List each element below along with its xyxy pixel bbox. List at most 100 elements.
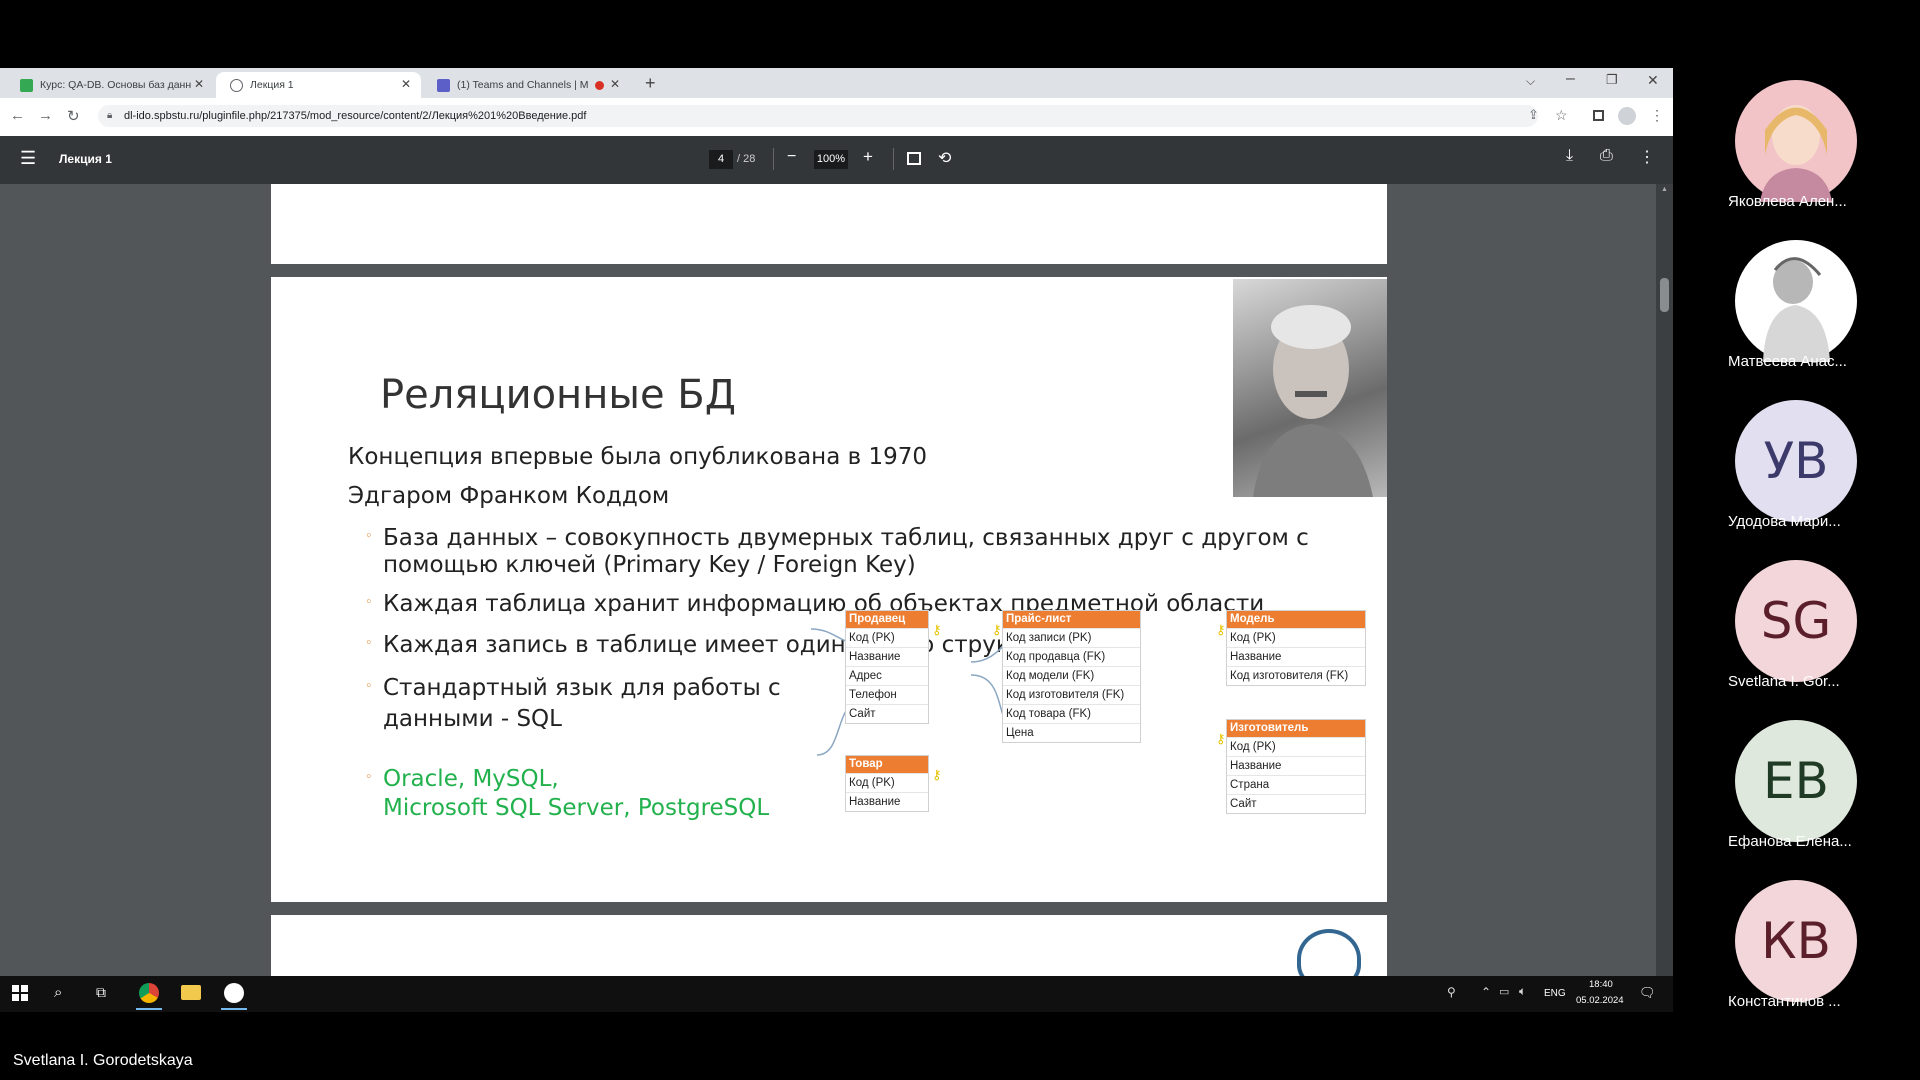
zoom-out-icon[interactable]: −	[787, 148, 796, 166]
address-bar: ← → ↻ 🔒︎ dl-ido.spbstu.ru/pluginfile.php…	[0, 98, 1673, 137]
tab-title: Лекция 1	[250, 79, 294, 91]
er-table-row: Код модели (FK)	[1003, 666, 1140, 685]
close-tab-icon[interactable]: ✕	[194, 77, 204, 91]
forward-icon[interactable]: →	[38, 107, 53, 124]
pdf-content-area[interactable]: Реляционные БД Концепция впервые была оп…	[0, 184, 1673, 1012]
tab-teams[interactable]: (1) Teams and Channels | M ✕	[423, 72, 630, 98]
close-tab-icon[interactable]: ✕	[610, 77, 620, 91]
close-window-button[interactable]: ✕	[1647, 72, 1659, 89]
avatar	[1735, 80, 1857, 202]
er-table-header: Товар	[846, 756, 928, 773]
avatar-initials: КВ	[1735, 880, 1857, 1002]
chrome-icon[interactable]	[139, 983, 159, 1003]
participant-tile[interactable]: Матвеева Анас...	[1722, 240, 1862, 390]
scrollbar-thumb[interactable]	[1660, 278, 1669, 312]
clock-time[interactable]: 18:40	[1589, 979, 1613, 990]
key-icon: ⚷	[1216, 622, 1226, 637]
participant-name: Ефанова Елена...	[1728, 833, 1852, 850]
er-table-row: Код (PK)	[846, 628, 928, 647]
zoom-in-icon[interactable]: +	[863, 147, 873, 167]
zoom-input[interactable]: 100%	[814, 150, 848, 169]
er-table-row: Код (PK)	[1227, 628, 1365, 647]
more-options-icon[interactable]: ⋮	[1639, 147, 1655, 167]
hamburger-menu-icon[interactable]: ☰	[20, 148, 36, 169]
people-icon[interactable]: ⚲	[1447, 985, 1456, 999]
participant-tile[interactable]: УВ Удодова Мари...	[1722, 400, 1862, 550]
new-tab-button[interactable]: +	[645, 73, 656, 94]
participant-name: Яковлева Ален...	[1728, 193, 1847, 210]
tab-title: Курс: QA-DB. Основы баз данн	[40, 79, 192, 91]
avatar-initials: SG	[1735, 560, 1857, 682]
network-icon[interactable]: ▭	[1499, 985, 1509, 998]
avatar	[1735, 240, 1857, 362]
language-indicator[interactable]: ENG	[1544, 988, 1566, 999]
page-total: / 28	[737, 153, 756, 165]
pdf-scrollbar[interactable]: ▲ ▼	[1656, 184, 1673, 1012]
participant-tile[interactable]: SG Svetlana I. Gor...	[1722, 560, 1862, 710]
bookmark-star-icon[interactable]: ☆	[1555, 107, 1568, 124]
participant-name: Матвеева Анас...	[1728, 353, 1847, 370]
participant-tile[interactable]: ЕВ Ефанова Елена...	[1722, 720, 1862, 870]
menu-dots-icon[interactable]: ⋮	[1650, 107, 1664, 124]
clock-date[interactable]: 05.02.2024	[1576, 995, 1624, 1006]
er-connectors	[810, 628, 1140, 756]
profile-icon[interactable]	[1618, 107, 1636, 125]
fit-page-icon[interactable]	[907, 152, 921, 165]
participant-tile[interactable]: Яковлева Ален...	[1722, 80, 1862, 230]
download-icon[interactable]: ⤓	[1566, 147, 1573, 165]
presenter-name: Svetlana I. Gorodetskaya	[13, 1052, 193, 1069]
reload-icon[interactable]: ↻	[67, 107, 80, 125]
task-view-icon[interactable]: ⧉	[96, 984, 106, 1001]
participant-name: Svetlana I. Gor...	[1728, 673, 1840, 690]
key-icon: ⚷	[1216, 731, 1226, 746]
search-icon[interactable]: ⌕	[54, 984, 62, 1001]
notifications-icon[interactable]: 🗨︎	[1639, 985, 1656, 1001]
url-text: dl-ido.spbstu.ru/pluginfile.php/217375/m…	[124, 110, 587, 122]
participant-tile[interactable]: КВ Константинов ...	[1722, 880, 1862, 1030]
er-table-row: Сайт	[1227, 794, 1365, 813]
tab-course[interactable]: Курс: QA-DB. Основы баз данн ✕	[6, 72, 214, 98]
active-indicator	[136, 1008, 162, 1010]
close-tab-icon[interactable]: ✕	[401, 77, 411, 91]
tab-title: (1) Teams and Channels | M	[457, 79, 589, 91]
back-icon[interactable]: ←	[10, 107, 25, 124]
er-table-row: Код изготовителя (FK)	[1003, 685, 1140, 704]
er-table-row: Код товара (FK)	[1003, 704, 1140, 723]
er-table-model: Модель Код (PK) Название Код изготовител…	[1226, 610, 1366, 686]
page-number-input[interactable]: 4	[709, 150, 733, 169]
share-icon[interactable]: ⇪	[1528, 107, 1539, 123]
er-table-product: Товар Код (PK) Название	[845, 755, 929, 812]
er-table-seller: Продавец Код (PK) Название Адрес Телефон…	[845, 610, 929, 724]
er-table-header: Прайс-лист	[1003, 611, 1140, 628]
minimize-button[interactable]: –	[1566, 70, 1575, 88]
divider	[773, 148, 774, 170]
sketch-portrait-icon	[1763, 257, 1830, 362]
rotate-icon[interactable]: ⟲	[938, 148, 951, 168]
print-icon[interactable]: ⎙	[1600, 147, 1613, 165]
url-input[interactable]: 🔒︎ dl-ido.spbstu.ru/pluginfile.php/21737…	[98, 105, 1538, 127]
participant-name: Удодова Мари...	[1728, 513, 1841, 530]
restore-button[interactable]: ❐	[1606, 72, 1618, 88]
lock-icon: 🔒︎	[107, 110, 113, 121]
er-table-header: Модель	[1227, 611, 1365, 628]
file-explorer-icon[interactable]	[181, 985, 201, 1000]
scroll-up-icon[interactable]: ▲	[1661, 186, 1668, 193]
app-icon[interactable]	[224, 983, 244, 1003]
er-table-row: Адрес	[846, 666, 928, 685]
er-table-row: Телефон	[846, 685, 928, 704]
side-panel-icon[interactable]	[1593, 110, 1604, 121]
er-table-manufacturer: Изготовитель Код (PK) Название Страна Са…	[1226, 719, 1366, 814]
sheets-icon	[20, 78, 33, 92]
browser-window: Курс: QA-DB. Основы баз данн ✕ Лекция 1 …	[0, 68, 1673, 1012]
volume-icon[interactable]: 🔈︎	[1519, 984, 1526, 999]
tab-lecture[interactable]: Лекция 1 ✕	[216, 72, 421, 98]
key-icon: ⚷	[932, 767, 942, 782]
pdf-toolbar: ☰ Лекция 1 4 / 28 − 100% + ⟲ ⤓ ⎙ ⋮	[0, 136, 1673, 184]
tray-expand-icon[interactable]: ⌃	[1481, 985, 1491, 999]
windows-start-icon[interactable]	[12, 985, 28, 1001]
active-indicator	[221, 1008, 247, 1010]
windows-taskbar: ⌕ ⧉ ⚲ ⌃ ▭ 🔈︎ ENG 18:40 05.02.2024 🗨︎	[0, 976, 1673, 1012]
er-table-header: Изготовитель	[1227, 720, 1365, 737]
tab-search-icon[interactable]: ⌵	[1526, 74, 1535, 89]
participant-name: Константинов ...	[1728, 993, 1841, 1010]
